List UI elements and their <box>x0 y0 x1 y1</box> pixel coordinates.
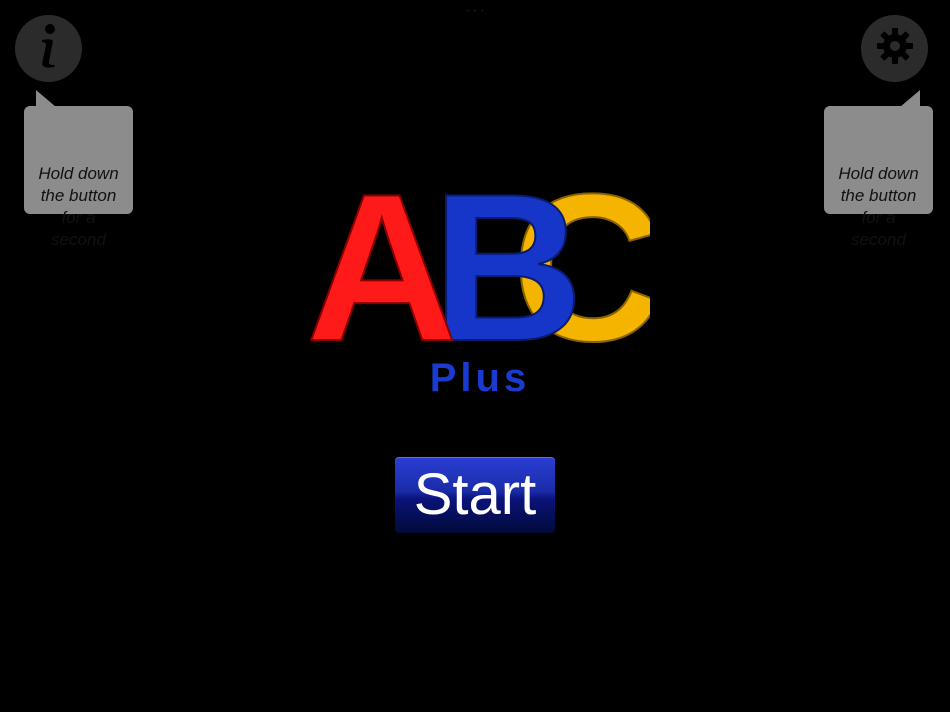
info-hint-text: Hold down the button for a second <box>38 164 119 249</box>
settings-hint-tooltip: Hold down the button for a second <box>824 90 933 249</box>
gear-icon <box>875 26 915 71</box>
logo-subtitle: Plus <box>429 356 531 400</box>
info-icon <box>31 21 67 76</box>
start-button[interactable]: Start <box>395 457 555 533</box>
abc-logo: C B A <box>300 149 665 386</box>
info-hint-tooltip: Hold down the button for a second <box>24 90 133 249</box>
app-screen: - - - Hold down the button for a second <box>0 0 950 712</box>
info-button[interactable] <box>15 15 82 82</box>
settings-button[interactable] <box>861 15 928 82</box>
status-indicator: - - - <box>466 6 485 15</box>
settings-hint-text: Hold down the button for a second <box>838 164 919 249</box>
logo-letter-a: A <box>306 165 458 355</box>
